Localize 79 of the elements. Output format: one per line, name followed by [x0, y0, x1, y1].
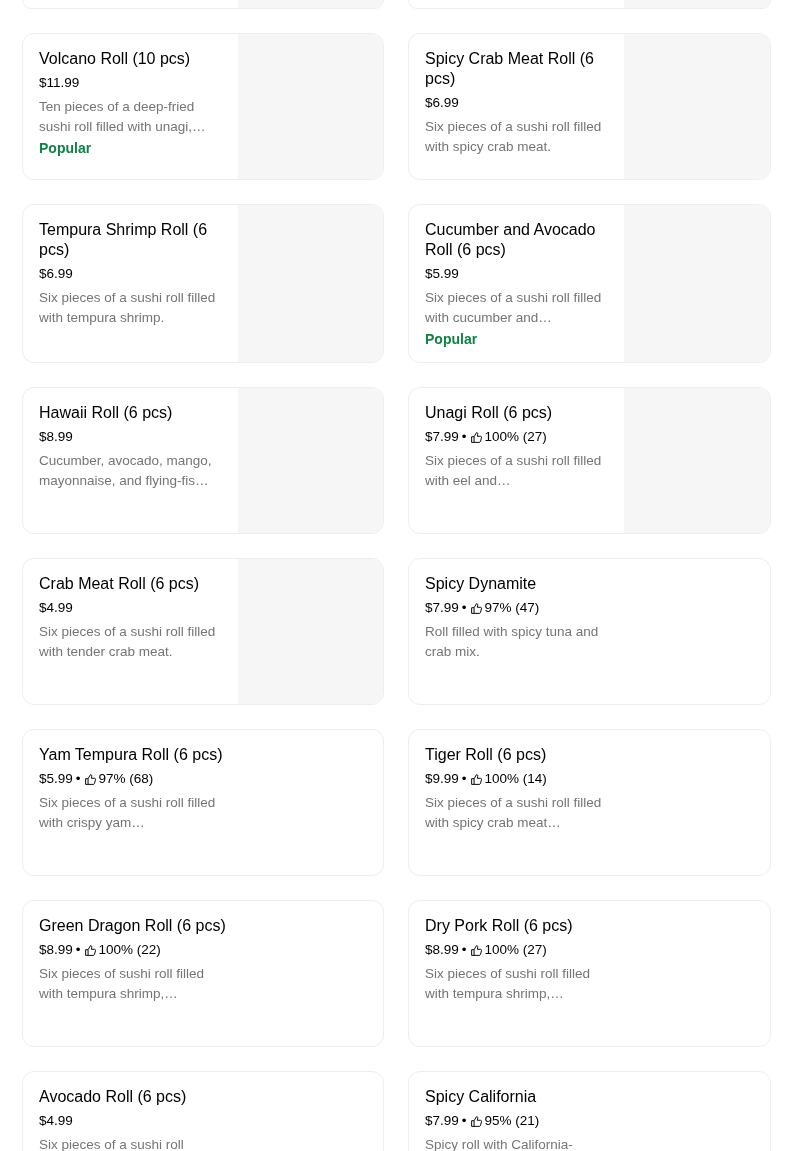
menu-item-card[interactable]: Spicy Crab Meat Roll (6 pcs) $6.99 Six pieces of a sushi roll filled with spicy crab meat. — [408, 33, 771, 180]
item-price: $6.99 — [425, 94, 459, 112]
item-name: Volcano Roll (10 pcs) — [39, 49, 192, 69]
item-description: Six pieces of a sushi roll filled with crispy yam… — [39, 794, 217, 832]
separator-dot: • — [461, 428, 467, 446]
item-price: $11.99 — [39, 74, 80, 92]
item-description: Six pieces of a sushi roll filled with eel and… — [425, 452, 603, 490]
item-rating: 97% (68) — [98, 770, 154, 788]
item-description: Six pieces of a sushi roll filled with cucumber and… — [425, 289, 603, 327]
item-price: $7.99 — [425, 599, 459, 617]
item-name: Crab Meat Roll (6 pcs) — [39, 574, 201, 594]
item-price: $5.99 — [425, 265, 459, 283]
menu-item-card[interactable]: Spicy California $7.99 • 95% (21) Spicy roll with California- — [408, 1071, 771, 1151]
item-description: Six pieces of a sushi roll filled with spicy crab meat… — [425, 794, 603, 832]
item-name: Tiger Roll (6 pcs) — [425, 745, 548, 765]
item-rating: 100% (27) — [484, 428, 547, 446]
item-price: $6.99 — [39, 265, 73, 283]
item-description: Six pieces of sushi roll filled with tempura shrimp,… — [39, 965, 206, 1003]
menu-item-card[interactable]: Crab Meat Roll (6 pcs) $4.99 Six pieces of a sushi roll filled with tender crab meat. — [22, 558, 384, 705]
menu-item-card[interactable]: Yam Tempura Roll (6 pcs) $5.99 • 97% (68) Six pieces of a sushi roll filled with crispy yam… — [22, 729, 384, 876]
item-rating: 100% (27) — [484, 941, 547, 959]
thumbs-up-icon — [469, 430, 483, 444]
menu-item-card[interactable]: Tempura Shrimp Roll (6 pcs) $6.99 Six pieces of a sushi roll filled with tempura shrimp. — [22, 204, 384, 363]
popular-label: Popular — [425, 330, 479, 349]
thumbs-up-icon — [469, 943, 483, 957]
item-name: Dry Pork Roll (6 pcs) — [425, 916, 574, 936]
item-price: $5.99 — [39, 770, 73, 788]
item-price: $7.99 — [425, 1112, 459, 1130]
separator-dot: • — [461, 770, 467, 788]
item-name: Avocado Roll (6 pcs) — [39, 1087, 188, 1107]
menu-item-card[interactable]: Dry Pork Roll (6 pcs) $8.99 • 100% (27) Six pieces of sushi roll filled with tempura shrimp,… — [408, 900, 771, 1047]
separator-dot: • — [461, 599, 467, 617]
item-name: Spicy Dynamite — [425, 574, 538, 594]
item-name: Yam Tempura Roll (6 pcs) — [39, 745, 224, 765]
separator-dot: • — [75, 770, 81, 788]
item-description: Spicy roll with California- — [425, 1136, 574, 1151]
item-name: Spicy Crab Meat Roll (6 pcs) — [425, 49, 595, 89]
item-name: Hawaii Roll (6 pcs) — [39, 403, 174, 423]
menu-item-card[interactable]: Tiger Roll (6 pcs) $9.99 • 100% (14) Six pieces of a sushi roll filled with spicy crab meat… — [408, 729, 771, 876]
item-description: Six pieces of a sushi roll — [39, 1136, 185, 1151]
item-description: Six pieces of a sushi roll filled with tempura shrimp. — [39, 289, 217, 327]
item-description: Six pieces of sushi roll filled with tempura shrimp,… — [425, 965, 592, 1003]
item-price: $4.99 — [39, 599, 73, 617]
menu-item-card[interactable]: Volcano Roll (10 pcs) $11.99 Ten pieces of a deep-fried sushi roll filled with unagi,… Popular — [22, 33, 384, 180]
item-name: Cucumber and Avocado Roll (6 pcs) — [425, 220, 597, 260]
item-name: Green Dragon Roll (6 pcs) — [39, 916, 226, 936]
item-description: Six pieces of a sushi roll filled with tender crab meat. — [39, 623, 217, 661]
menu-item-card[interactable]: Green Dragon Roll (6 pcs) $8.99 • 100% (22) Six pieces of sushi roll filled with tempura shrimp,… — [22, 900, 384, 1047]
item-price: $8.99 — [39, 428, 73, 446]
thumbs-up-icon — [469, 601, 483, 615]
item-price: $8.99 — [425, 941, 459, 959]
thumbs-up-icon — [83, 943, 97, 957]
item-price: $4.99 — [39, 1112, 73, 1130]
separator-dot: • — [461, 941, 467, 959]
item-rating: 100% (22) — [98, 941, 161, 959]
item-rating: 95% (21) — [484, 1112, 540, 1130]
item-name: Spicy California — [425, 1087, 538, 1107]
item-name: Tempura Shrimp Roll (6 pcs) — [39, 220, 209, 260]
separator-dot: • — [75, 941, 81, 959]
item-description: Roll filled with spicy tuna and crab mix. — [425, 623, 600, 661]
item-rating: 97% (47) — [484, 599, 540, 617]
menu-item-card[interactable]: Unagi Roll (6 pcs) $7.99 • 100% (27) Six pieces of a sushi roll filled with eel and… — [408, 387, 771, 534]
menu-item-card[interactable]: Cucumber and Avocado Roll (6 pcs) $5.99 Six pieces of a sushi roll filled with cucumber and… Popular — [408, 204, 771, 363]
item-rating: 100% (14) — [484, 770, 547, 788]
item-description: Six pieces of a sushi roll filled with spicy crab meat. — [425, 118, 603, 156]
menu-item-card[interactable]: Avocado Roll (6 pcs) $4.99 Six pieces of a sushi roll — [22, 1071, 384, 1151]
item-description: Ten pieces of a deep-fried sushi roll filled with unagi,… — [39, 98, 207, 136]
menu-item-card[interactable]: Spicy Dynamite $7.99 • 97% (47) Roll filled with spicy tuna and crab mix. — [408, 558, 771, 705]
separator-dot: • — [461, 1112, 467, 1130]
item-price: $8.99 — [39, 941, 73, 959]
item-price: $9.99 — [425, 770, 459, 788]
popular-label: Popular — [39, 139, 93, 158]
item-price: $7.99 — [425, 428, 459, 446]
item-description: Cucumber, avocado, mango, mayonnaise, and flying-fis… — [39, 452, 213, 490]
thumbs-up-icon — [469, 772, 483, 786]
item-name: Unagi Roll (6 pcs) — [425, 403, 554, 423]
thumbs-up-icon — [83, 772, 97, 786]
menu-item-card[interactable]: Hawaii Roll (6 pcs) $8.99 Cucumber, avocado, mango, mayonnaise, and flying-fis… — [22, 387, 384, 534]
thumbs-up-icon — [469, 1114, 483, 1128]
